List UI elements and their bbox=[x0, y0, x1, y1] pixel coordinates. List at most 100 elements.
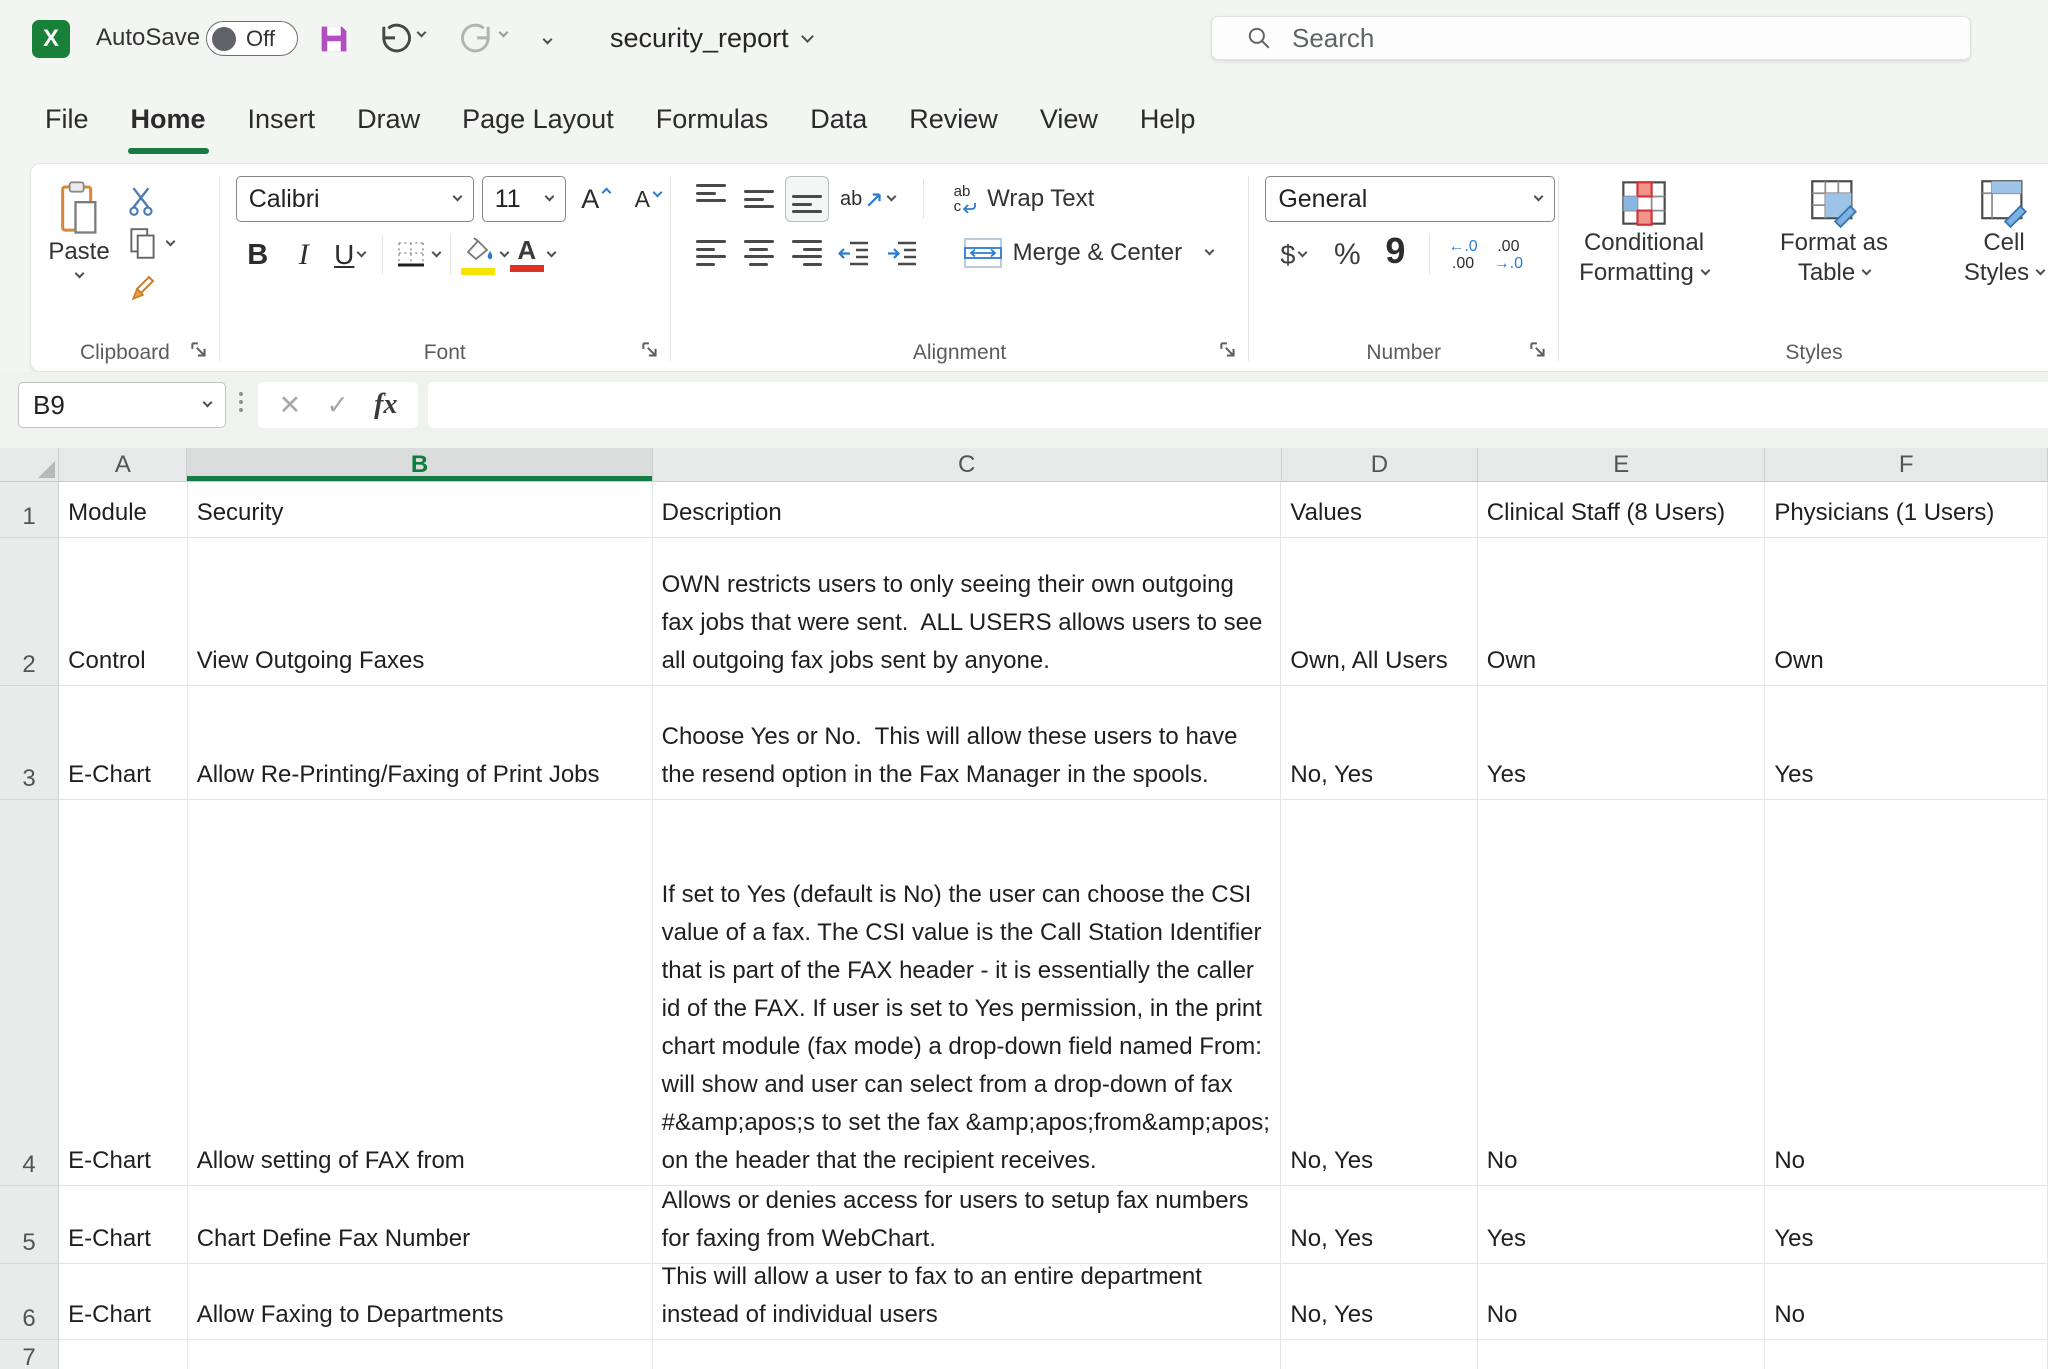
tab-review[interactable]: Review bbox=[888, 75, 1019, 163]
cell-B3[interactable]: Allow Re-Printing/Faxing of Print Jobs bbox=[188, 686, 653, 800]
align-left-button[interactable] bbox=[689, 230, 733, 276]
cell-F3[interactable]: Yes bbox=[1765, 686, 2048, 800]
cell-B1[interactable]: Security bbox=[188, 482, 653, 538]
cell-A6[interactable]: E-Chart bbox=[59, 1264, 188, 1340]
tab-insert[interactable]: Insert bbox=[227, 75, 337, 163]
cell-E1[interactable]: Clinical Staff (8 Users) bbox=[1478, 482, 1766, 538]
copy-button[interactable] bbox=[127, 227, 174, 261]
name-box-dropdown-icon[interactable] bbox=[203, 398, 213, 408]
cell-A3[interactable]: E-Chart bbox=[59, 686, 188, 800]
row-header-5[interactable]: 5 bbox=[0, 1186, 59, 1264]
cell-C5[interactable]: Allows or denies access for users to set… bbox=[653, 1186, 1282, 1264]
row-header-1[interactable]: 1 bbox=[0, 482, 59, 538]
tab-draw[interactable]: Draw bbox=[336, 75, 441, 163]
font-dialog-launcher-icon[interactable] bbox=[640, 340, 660, 365]
comma-style-button[interactable]: 9 bbox=[1373, 232, 1417, 278]
top-align-button[interactable] bbox=[689, 176, 733, 222]
align-center-button[interactable] bbox=[737, 230, 781, 276]
row-header-2[interactable]: 2 bbox=[0, 538, 59, 686]
select-all-button[interactable] bbox=[0, 448, 59, 482]
cell-F2[interactable]: Own bbox=[1765, 538, 2048, 686]
orientation-button[interactable]: ab bbox=[833, 176, 903, 222]
cell-C7[interactable] bbox=[653, 1340, 1282, 1369]
cell-E6[interactable]: No bbox=[1478, 1264, 1766, 1340]
cell-D4[interactable]: No, Yes bbox=[1281, 800, 1477, 1186]
name-box[interactable]: B9 bbox=[18, 382, 226, 428]
cell-A2[interactable]: Control bbox=[59, 538, 188, 686]
cell-F6[interactable]: No bbox=[1765, 1264, 2048, 1340]
document-title[interactable]: security_report bbox=[610, 23, 812, 54]
cell-C3[interactable]: Choose Yes or No. This will allow these … bbox=[653, 686, 1282, 800]
number-format-select[interactable]: General bbox=[1265, 176, 1555, 222]
paste-button[interactable]: Paste bbox=[31, 176, 127, 335]
column-header-C[interactable]: C bbox=[653, 448, 1282, 482]
tab-home[interactable]: Home bbox=[110, 75, 227, 163]
merge-center-button[interactable]: Merge & Center bbox=[953, 230, 1223, 276]
bottom-align-button[interactable] bbox=[785, 176, 829, 222]
formula-input[interactable] bbox=[428, 382, 2048, 428]
undo-dropdown-icon[interactable] bbox=[417, 28, 427, 38]
cell-C4[interactable]: If set to Yes (default is No) the user c… bbox=[653, 800, 1282, 1186]
percent-style-button[interactable]: % bbox=[1325, 232, 1369, 278]
column-header-B[interactable]: B bbox=[187, 448, 652, 482]
column-header-D[interactable]: D bbox=[1282, 448, 1478, 482]
wrap-text-button[interactable]: ab c Wrap Text bbox=[944, 176, 1105, 222]
tab-data[interactable]: Data bbox=[789, 75, 888, 163]
cell-F5[interactable]: Yes bbox=[1765, 1186, 2048, 1264]
cut-button[interactable] bbox=[127, 184, 174, 218]
cell-D5[interactable]: No, Yes bbox=[1281, 1186, 1477, 1264]
column-header-F[interactable]: F bbox=[1765, 448, 2048, 482]
cell-F4[interactable]: No bbox=[1765, 800, 2048, 1186]
decrease-font-size-button[interactable]: A bbox=[626, 176, 670, 222]
cell-styles-button[interactable]: Cell Styles bbox=[1939, 178, 2048, 335]
insert-function-button[interactable]: fx bbox=[374, 389, 397, 421]
tab-view[interactable]: View bbox=[1019, 75, 1119, 163]
font-name-select[interactable]: Calibri bbox=[236, 176, 474, 222]
cell-C2[interactable]: OWN restricts users to only seeing their… bbox=[653, 538, 1282, 686]
redo-dropdown-icon[interactable] bbox=[499, 28, 509, 38]
font-size-select[interactable]: 11 bbox=[482, 176, 566, 222]
redo-icon[interactable] bbox=[458, 20, 496, 63]
cell-B4[interactable]: Allow setting of FAX from bbox=[188, 800, 653, 1186]
formula-bar-grip-icon[interactable] bbox=[239, 392, 243, 412]
cell-E3[interactable]: Yes bbox=[1478, 686, 1766, 800]
cell-A4[interactable]: E-Chart bbox=[59, 800, 188, 1186]
cell-B2[interactable]: View Outgoing Faxes bbox=[188, 538, 653, 686]
italic-button[interactable]: I bbox=[282, 232, 326, 278]
save-icon[interactable] bbox=[316, 21, 352, 62]
row-header-3[interactable]: 3 bbox=[0, 686, 59, 800]
conditional-formatting-button[interactable]: Conditional Formatting bbox=[1559, 178, 1729, 335]
cell-D3[interactable]: No, Yes bbox=[1281, 686, 1477, 800]
tab-formulas[interactable]: Formulas bbox=[635, 75, 790, 163]
clipboard-dialog-launcher-icon[interactable] bbox=[189, 340, 209, 365]
cell-E2[interactable]: Own bbox=[1478, 538, 1766, 686]
cell-D1[interactable]: Values bbox=[1281, 482, 1477, 538]
row-header-4[interactable]: 4 bbox=[0, 800, 59, 1186]
cell-E4[interactable]: No bbox=[1478, 800, 1766, 1186]
cell-C6[interactable]: This will allow a user to fax to an enti… bbox=[653, 1264, 1282, 1340]
cell-C1[interactable]: Description bbox=[653, 482, 1282, 538]
underline-button[interactable]: U bbox=[328, 232, 372, 278]
cell-D7[interactable] bbox=[1281, 1340, 1477, 1369]
cell-F1[interactable]: Physicians (1 Users) bbox=[1765, 482, 2048, 538]
cell-F7[interactable] bbox=[1765, 1340, 2048, 1369]
cell-B6[interactable]: Allow Faxing to Departments bbox=[188, 1264, 653, 1340]
column-header-A[interactable]: A bbox=[59, 448, 187, 482]
cell-E7[interactable] bbox=[1478, 1340, 1766, 1369]
cell-A7[interactable] bbox=[59, 1340, 188, 1369]
decrease-decimal-button[interactable]: .00→.0 bbox=[1488, 238, 1529, 272]
increase-decimal-button[interactable]: ←.0.00 bbox=[1442, 238, 1483, 272]
search-input[interactable]: Search bbox=[1211, 16, 1971, 60]
undo-icon[interactable] bbox=[376, 20, 414, 63]
cell-D6[interactable]: No, Yes bbox=[1281, 1264, 1477, 1340]
borders-button[interactable] bbox=[393, 232, 440, 278]
cell-E5[interactable]: Yes bbox=[1478, 1186, 1766, 1264]
row-header-7[interactable]: 7 bbox=[0, 1340, 59, 1369]
cell-B7[interactable] bbox=[188, 1340, 653, 1369]
bold-button[interactable]: B bbox=[236, 232, 280, 278]
alignment-dialog-launcher-icon[interactable] bbox=[1218, 340, 1238, 365]
cell-D2[interactable]: Own, All Users bbox=[1281, 538, 1477, 686]
autosave-toggle[interactable]: Off bbox=[206, 21, 298, 56]
enter-button[interactable]: ✓ bbox=[326, 390, 349, 421]
tab-help[interactable]: Help bbox=[1119, 75, 1217, 163]
